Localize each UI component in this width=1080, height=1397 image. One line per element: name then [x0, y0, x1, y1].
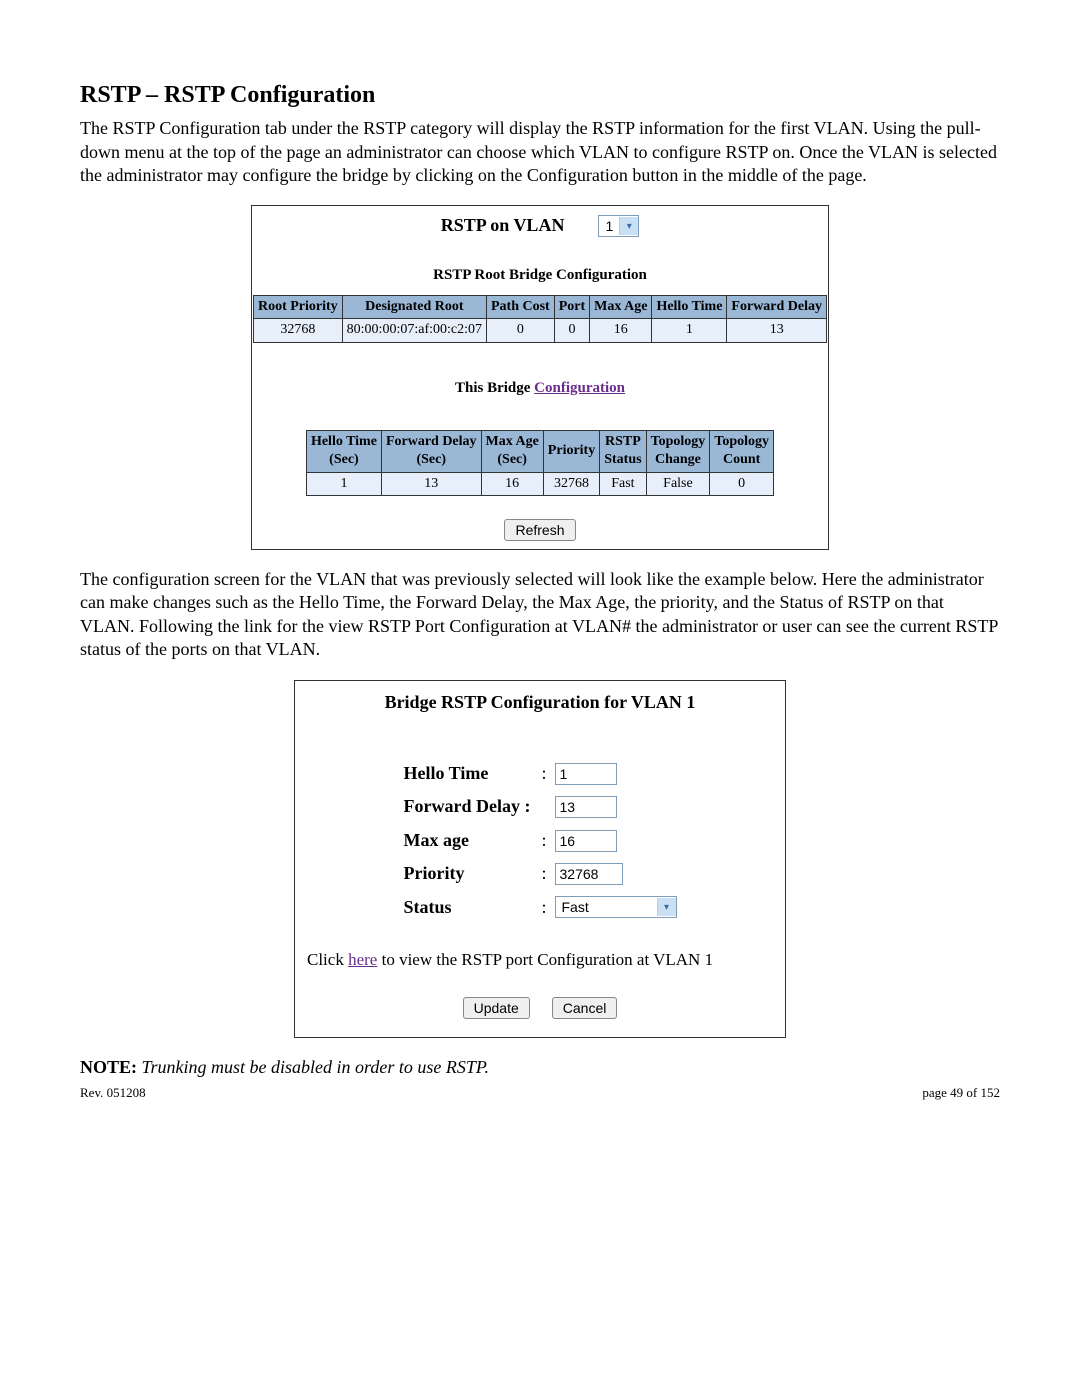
priority-input[interactable] [555, 863, 623, 885]
mid-paragraph: The configuration screen for the VLAN th… [80, 568, 1000, 662]
note-line: NOTE: Trunking must be disabled in order… [80, 1056, 1000, 1079]
col-hello-time: Hello Time(Sec) [306, 431, 381, 472]
note-text: Trunking must be disabled in order to us… [137, 1057, 489, 1077]
col-forward-delay: Forward Delay [727, 296, 827, 319]
cell: 1 [652, 319, 727, 342]
priority-label: Priority [403, 862, 533, 885]
page-footer: Rev. 051208 page 49 of 152 [80, 1085, 1000, 1102]
configuration-link[interactable]: Configuration [534, 380, 625, 396]
port-config-link-line: Click here to view the RSTP port Configu… [295, 931, 785, 997]
status-value: Fast [556, 898, 657, 916]
colon: : [539, 896, 548, 919]
cell: 13 [381, 472, 481, 495]
col-topology-count: TopologyCount [710, 431, 774, 472]
footer-rev: Rev. 051208 [80, 1085, 146, 1102]
forward-delay-label: Forward Delay : [403, 795, 533, 818]
cell: 32768 [543, 472, 599, 495]
note-prefix: NOTE: [80, 1057, 137, 1077]
cancel-button[interactable]: Cancel [552, 997, 618, 1019]
this-bridge-table: Hello Time(Sec) Forward Delay(Sec) Max A… [306, 430, 774, 496]
cell: 32768 [253, 319, 342, 342]
cell: 0 [554, 319, 589, 342]
status-select[interactable]: Fast ▾ [555, 896, 677, 918]
hello-time-label: Hello Time [403, 762, 533, 785]
panel2-title: Bridge RSTP Configuration for VLAN 1 [295, 685, 785, 762]
table-row: Root Priority Designated Root Path Cost … [253, 296, 826, 319]
cell: 1 [306, 472, 381, 495]
max-age-input[interactable] [555, 830, 617, 852]
table-row: 32768 80:00:00:07:af:00:c2:07 0 0 16 1 1… [253, 319, 826, 342]
vlan-select[interactable]: 1 ▾ [598, 215, 639, 237]
colon: : [539, 862, 548, 885]
col-max-age: Max Age [590, 296, 652, 319]
link-prefix: Click [307, 950, 348, 969]
config-form: Hello Time : Forward Delay : Max age : P… [295, 762, 785, 931]
bridge-rstp-config-panel: Bridge RSTP Configuration for VLAN 1 Hel… [294, 680, 786, 1038]
cell: 0 [710, 472, 774, 495]
vlan-select-value: 1 [599, 217, 619, 235]
this-bridge-heading: This Bridge Configuration [252, 375, 828, 409]
col-forward-delay: Forward Delay(Sec) [381, 431, 481, 472]
col-port: Port [554, 296, 589, 319]
col-rstp-status: RSTPStatus [600, 431, 646, 472]
col-path-cost: Path Cost [487, 296, 555, 319]
rstp-port-config-link[interactable]: here [348, 950, 377, 969]
cell: 0 [487, 319, 555, 342]
footer-page: page 49 of 152 [922, 1085, 1000, 1102]
forward-delay-input[interactable] [555, 796, 617, 818]
cell: 16 [481, 472, 543, 495]
intro-paragraph: The RSTP Configuration tab under the RST… [80, 117, 1000, 187]
table-row: 1 13 16 32768 Fast False 0 [306, 472, 773, 495]
col-topology-change: TopologyChange [646, 431, 710, 472]
root-bridge-table: Root Priority Designated Root Path Cost … [253, 295, 827, 342]
root-bridge-heading: RSTP Root Bridge Configuration [252, 262, 828, 296]
col-designated-root: Designated Root [342, 296, 486, 319]
cell: 16 [590, 319, 652, 342]
table-row: Hello Time(Sec) Forward Delay(Sec) Max A… [306, 431, 773, 472]
cell: Fast [600, 472, 646, 495]
max-age-label: Max age [403, 829, 533, 852]
chevron-down-icon: ▾ [657, 898, 676, 916]
panel1-title: RSTP on VLAN [441, 214, 565, 237]
update-button[interactable]: Update [463, 997, 530, 1019]
link-suffix: to view the RSTP port Configuration at V… [377, 950, 713, 969]
cell: False [646, 472, 710, 495]
hello-time-input[interactable] [555, 763, 617, 785]
refresh-button[interactable]: Refresh [504, 519, 575, 541]
col-hello-time: Hello Time [652, 296, 727, 319]
col-root-priority: Root Priority [253, 296, 342, 319]
this-bridge-label: This Bridge [455, 380, 534, 396]
colon: : [539, 762, 548, 785]
col-max-age: Max Age(Sec) [481, 431, 543, 472]
cell: 13 [727, 319, 827, 342]
status-label: Status [403, 896, 533, 919]
chevron-down-icon: ▾ [619, 217, 638, 235]
col-priority: Priority [543, 431, 599, 472]
page-heading: RSTP – RSTP Configuration [80, 80, 1000, 111]
cell: 80:00:00:07:af:00:c2:07 [342, 319, 486, 342]
colon: : [539, 829, 548, 852]
rstp-vlan-panel: RSTP on VLAN 1 ▾ RSTP Root Bridge Config… [251, 205, 829, 550]
